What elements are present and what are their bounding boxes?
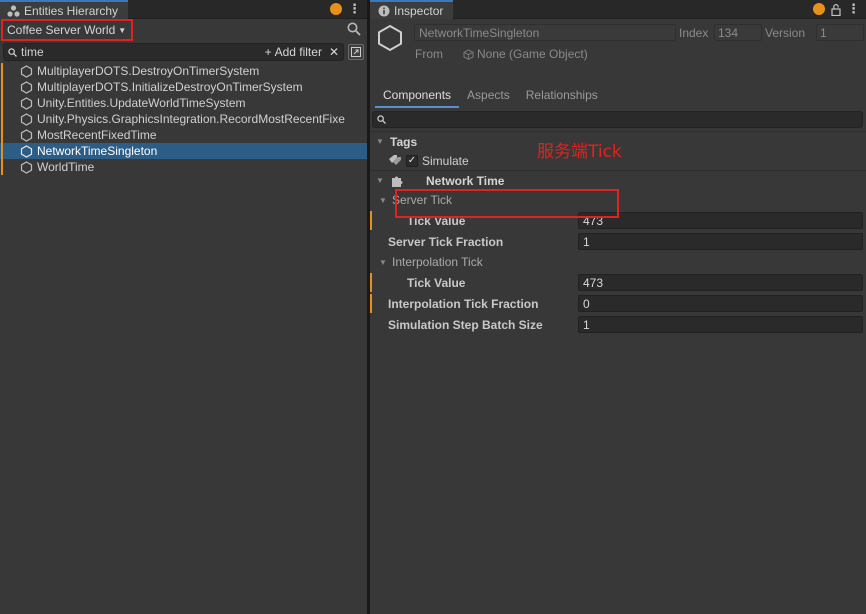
server-tick-foldout[interactable]: ▼ Server Tick (370, 190, 866, 210)
entity-hexagon-icon (20, 128, 33, 142)
search-icon (8, 47, 17, 57)
tab-label: Entities Hierarchy (24, 3, 119, 18)
server-tick-fraction-label: Server Tick Fraction (388, 234, 504, 249)
component-search-input[interactable] (372, 111, 863, 128)
list-item-label: Unity.Entities.UpdateWorldTimeSystem (37, 96, 246, 110)
entity-hexagon-icon (20, 80, 33, 94)
list-item[interactable]: MostRecentFixedTime (0, 127, 367, 143)
inspector-tabbar: Inspector ⋮ (370, 0, 866, 19)
entity-name-field[interactable]: NetworkTimeSingleton (414, 24, 676, 41)
network-time-section-header[interactable]: ▼ Network Time (370, 170, 866, 190)
list-item-label: NetworkTimeSingleton (37, 144, 158, 158)
entity-hexagon-icon (20, 112, 33, 126)
tab-aspects[interactable]: Aspects (459, 86, 518, 108)
batch-size-label: Simulation Step Batch Size (388, 317, 543, 332)
annotation-label: 服务端Tick (537, 142, 622, 162)
entity-hexagon-icon (20, 96, 33, 110)
foldout-arrow-icon: ▼ (379, 195, 387, 205)
interpolation-tick-value-field[interactable]: 473 (578, 274, 863, 291)
external-window-icon (351, 47, 361, 57)
interpolation-tick-value-row: Tick Value 473 (370, 272, 866, 293)
list-item-selected[interactable]: NetworkTimeSingleton (0, 143, 367, 159)
index-label: Index (679, 26, 709, 40)
hierarchy-list: MultiplayerDOTS.DestroyOnTimerSystem Mul… (0, 63, 367, 175)
interpolation-fraction-field[interactable]: 0 (578, 295, 863, 312)
batch-size-field[interactable]: 1 (578, 316, 863, 333)
list-item[interactable]: Unity.Entities.UpdateWorldTimeSystem (0, 95, 367, 111)
clear-filter-icon[interactable]: ✕ (329, 45, 339, 59)
world-selector-label: Coffee Server World (7, 23, 116, 37)
more-options-icon[interactable]: ⋮ (847, 2, 860, 16)
inspector-panel: Inspector ⋮ NetworkTimeSingleton Index 1… (370, 0, 866, 614)
hierarchy-filter-input[interactable]: time + Add filter ✕ (3, 43, 344, 61)
gameobject-cube-icon (463, 48, 474, 60)
list-item[interactable]: MultiplayerDOTS.InitializeDestroyOnTimer… (0, 79, 367, 95)
status-dot-icon (813, 3, 825, 15)
entity-hexagon-icon (20, 160, 33, 174)
status-dot-icon (330, 3, 342, 15)
from-value-text: None (Game Object) (477, 47, 588, 61)
foldout-arrow-icon: ▼ (376, 176, 384, 185)
tab-entities-hierarchy[interactable]: Entities Hierarchy (0, 0, 129, 19)
tag-label: Simulate (422, 153, 469, 168)
lock-icon[interactable] (831, 3, 841, 16)
filter-value: time (21, 45, 44, 59)
tab-relationships[interactable]: Relationships (518, 86, 606, 108)
server-tick-value-row: Tick Value 473 (370, 210, 866, 231)
tag-icon (389, 155, 401, 165)
list-item-label: MultiplayerDOTS.InitializeDestroyOnTimer… (37, 80, 303, 94)
hierarchy-tabbar: Entities Hierarchy ⋮ (0, 0, 367, 19)
list-item[interactable]: MultiplayerDOTS.DestroyOnTimerSystem (0, 63, 367, 79)
search-icon (377, 115, 386, 124)
index-field: 134 (714, 24, 762, 41)
world-selector-dropdown[interactable]: Coffee Server World ▼ (1, 19, 134, 41)
version-field: 1 (816, 24, 864, 41)
tab-label: Inspector (394, 3, 444, 18)
entity-header: NetworkTimeSingleton Index 134 Version 1… (370, 19, 866, 63)
hierarchy-icon (7, 4, 20, 17)
component-header-label: Network Time (426, 173, 505, 188)
entities-hierarchy-panel: Entities Hierarchy ⋮ Coffee Server World… (0, 0, 367, 614)
add-filter-button[interactable]: + Add filter ✕ (265, 45, 339, 59)
from-value[interactable]: None (Game Object) (463, 47, 588, 61)
component-puzzle-icon (392, 176, 403, 187)
simulate-checkbox[interactable]: ✓ (406, 154, 418, 167)
server-tick-fraction-row: Server Tick Fraction 1 (370, 231, 866, 252)
tab-inspector[interactable]: Inspector (370, 0, 454, 19)
list-item-label: WorldTime (37, 160, 95, 174)
server-tick-fraction-field[interactable]: 1 (578, 233, 863, 250)
version-label: Version (765, 26, 806, 40)
interpolation-fraction-label: Interpolation Tick Fraction (388, 296, 539, 311)
foldout-arrow-icon: ▼ (379, 257, 387, 267)
info-icon (377, 5, 390, 17)
list-item[interactable]: WorldTime (0, 159, 367, 175)
interpolation-tick-header-label: Interpolation Tick (392, 255, 483, 269)
server-tick-value-field[interactable]: 473 (578, 212, 863, 229)
inspector-tabs: Components Aspects Relationships (370, 86, 866, 110)
plus-icon: + (264, 45, 272, 59)
interpolation-tick-foldout[interactable]: ▼ Interpolation Tick (370, 252, 866, 272)
add-filter-label: Add filter (274, 45, 322, 59)
tags-header-label: Tags (390, 134, 418, 149)
server-tick-header-label: Server Tick (392, 193, 453, 207)
list-item-label: MostRecentFixedTime (37, 128, 157, 142)
more-options-icon[interactable]: ⋮ (348, 2, 361, 16)
tab-components[interactable]: Components (375, 86, 460, 108)
batch-size-row: Simulation Step Batch Size 1 (370, 314, 866, 335)
interpolation-fraction-row: Interpolation Tick Fraction 0 (370, 293, 866, 314)
tick-value-label: Tick Value (407, 213, 466, 228)
list-item-label: Unity.Physics.GraphicsIntegration.Record… (37, 112, 345, 126)
from-label: From (415, 47, 443, 61)
tick-value-label: Tick Value (407, 275, 466, 290)
list-item[interactable]: Unity.Physics.GraphicsIntegration.Record… (0, 111, 367, 127)
chevron-down-icon: ▼ (118, 25, 127, 35)
foldout-arrow-icon: ▼ (376, 137, 384, 146)
entity-hexagon-icon (20, 144, 33, 158)
search-icon[interactable] (347, 22, 361, 36)
open-query-window-button[interactable] (348, 44, 364, 60)
list-item-label: MultiplayerDOTS.DestroyOnTimerSystem (37, 64, 260, 78)
entity-hexagon-icon (20, 64, 33, 78)
entity-hexagon-icon (378, 24, 402, 52)
